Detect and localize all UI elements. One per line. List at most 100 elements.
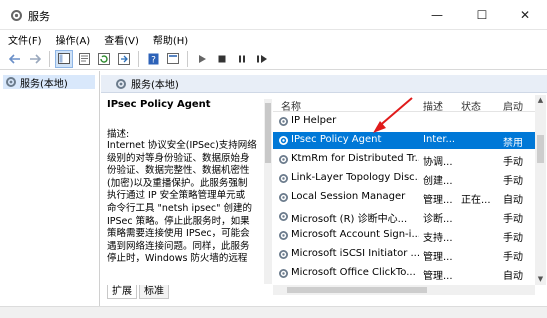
description-panel: IPsec Policy Agent 描述: Internet 协议安全(IPS… xyxy=(107,99,267,284)
scroll-down-icon[interactable]: ▼ xyxy=(535,274,546,285)
scrollbar-thumb[interactable] xyxy=(265,103,271,163)
service-name: Microsoft Office ClickTo... xyxy=(291,267,416,278)
menu-view[interactable]: 查看(V) xyxy=(104,32,139,47)
column-header-description[interactable]: 描述 xyxy=(423,98,443,113)
restart-icon[interactable] xyxy=(253,50,271,68)
toolbar-separator xyxy=(49,50,50,67)
column-header-startup[interactable]: 启动 xyxy=(503,98,523,113)
service-description: 诊断... xyxy=(423,214,453,225)
pause-icon[interactable] xyxy=(233,50,251,68)
toolbar-separator xyxy=(187,50,188,67)
refresh-icon[interactable] xyxy=(95,50,113,68)
gear-icon xyxy=(116,78,126,89)
service-description: 创建... xyxy=(423,176,453,187)
service-description: 管理... xyxy=(423,195,453,206)
close-button[interactable]: ✕ xyxy=(503,0,547,30)
stop-icon[interactable] xyxy=(213,50,231,68)
service-gear-icon xyxy=(279,212,288,221)
tree-item-services-local[interactable]: 服务(本地) xyxy=(3,75,95,90)
service-gear-icon xyxy=(279,231,288,240)
service-gear-icon xyxy=(279,174,288,183)
menu-bar: 文件(F) 操作(A) 查看(V) 帮助(H) xyxy=(0,30,547,48)
service-row[interactable]: KtmRm for Distributed Tr... 协调... 手动 xyxy=(273,151,535,168)
service-row[interactable]: IPsec Policy Agent Inter... 禁用 xyxy=(273,132,535,149)
service-row[interactable]: Microsoft Office ClickTo... 管理... 自动 xyxy=(273,265,535,282)
service-name: Microsoft Account Sign-i... xyxy=(291,229,419,240)
service-name: Microsoft (R) 诊断中心... xyxy=(291,214,408,225)
service-gear-icon xyxy=(279,250,288,259)
description-text: Internet 协议安全(IPSec)支持网络 级别的对等身份验证、数据原始身… xyxy=(107,140,257,265)
list-vertical-scrollbar[interactable]: ▲ ▼ xyxy=(535,95,546,285)
start-icon[interactable] xyxy=(193,50,211,68)
list-horizontal-scrollbar[interactable] xyxy=(273,285,535,295)
service-row[interactable]: IP Helper xyxy=(273,113,535,130)
tab-extended[interactable]: 扩展 xyxy=(107,285,137,299)
column-header-name[interactable]: 名称 xyxy=(281,98,301,113)
services-list: 名称 描述 状态 启动 IP Helper IPsec Policy Agent I… xyxy=(273,95,535,285)
scroll-up-icon[interactable]: ▲ xyxy=(535,95,546,106)
menu-file[interactable]: 文件(F) xyxy=(8,32,42,47)
service-row[interactable]: Microsoft Account Sign-i... 支持... 手动 xyxy=(273,227,535,244)
service-row[interactable]: Link-Layer Topology Disc... 创建... 手动 xyxy=(273,170,535,187)
service-startup-type: 手动 xyxy=(503,252,523,263)
service-startup-type: 手动 xyxy=(503,233,523,244)
service-startup-type: 自动 xyxy=(503,271,523,282)
minimize-button[interactable]: — xyxy=(415,0,459,30)
service-description: 管理... xyxy=(423,271,453,282)
properties-icon[interactable] xyxy=(75,50,93,68)
service-startup-type: 手动 xyxy=(503,214,523,225)
toolbar: ? xyxy=(0,48,547,70)
tree-item-label: 服务(本地) xyxy=(20,78,68,90)
service-description: 管理... xyxy=(423,252,453,263)
view-icon[interactable] xyxy=(164,50,182,68)
gear-icon xyxy=(6,77,16,87)
maximize-button[interactable]: ☐ xyxy=(460,0,504,30)
back-arrow-icon[interactable] xyxy=(6,50,24,68)
forward-arrow-icon[interactable] xyxy=(26,50,44,68)
tab-standard[interactable]: 标准 xyxy=(139,285,169,299)
show-hide-tree-icon[interactable] xyxy=(55,49,73,68)
console-tree: 服务(本地) xyxy=(0,71,100,306)
description-scrollbar[interactable] xyxy=(264,99,272,284)
list-header: 名称 描述 状态 启动 xyxy=(273,95,535,113)
toolbar-separator xyxy=(138,50,139,67)
service-startup-type: 手动 xyxy=(503,176,523,187)
service-name: Microsoft iSCSI Initiator ... xyxy=(291,248,419,259)
service-startup-type: 自动 xyxy=(503,195,523,206)
service-name: Local Session Manager xyxy=(291,191,406,202)
service-gear-icon xyxy=(279,269,288,278)
menu-action[interactable]: 操作(A) xyxy=(56,32,91,47)
service-description: 支持... xyxy=(423,233,453,244)
service-gear-icon xyxy=(279,193,288,202)
pane-header-title: 服务(本地) xyxy=(131,80,179,91)
service-name: KtmRm for Distributed Tr... xyxy=(291,153,419,164)
service-gear-icon xyxy=(279,155,288,164)
service-row[interactable]: Microsoft iSCSI Initiator ... 管理... 手动 xyxy=(273,246,535,263)
pane-header: 服务(本地) xyxy=(101,75,547,93)
details-pane: 服务(本地) IPsec Policy Agent 描述: Internet 协… xyxy=(101,71,547,306)
service-description: 协调... xyxy=(423,157,453,168)
service-row[interactable]: Microsoft (R) 诊断中心... 诊断... 手动 xyxy=(273,208,535,225)
menu-help[interactable]: 帮助(H) xyxy=(153,32,188,47)
title-bar: 服务 — ☐ ✕ xyxy=(0,0,547,30)
service-gear-icon xyxy=(279,117,288,126)
service-name: IP Helper xyxy=(291,115,337,126)
scrollbar-thumb[interactable] xyxy=(287,287,427,293)
service-startup-type: 手动 xyxy=(503,157,523,168)
service-status: 正在... xyxy=(461,195,491,206)
selected-service-name: IPsec Policy Agent xyxy=(107,99,211,110)
service-startup-type: 禁用 xyxy=(503,138,523,149)
view-tabs: 扩展 标准 xyxy=(107,285,169,299)
export-icon[interactable] xyxy=(115,50,133,68)
service-row[interactable]: Local Session Manager 管理... 正在... 自动 xyxy=(273,189,535,206)
services-app-icon xyxy=(11,10,22,21)
service-gear-icon xyxy=(279,136,288,145)
help-icon[interactable]: ? xyxy=(144,50,162,68)
scrollbar-thumb[interactable] xyxy=(537,135,544,163)
description-label: 描述: xyxy=(107,129,130,140)
service-name: Link-Layer Topology Disc... xyxy=(291,172,419,183)
service-name: IPsec Policy Agent xyxy=(291,134,382,145)
svg-text:?: ? xyxy=(151,55,156,65)
status-bar xyxy=(0,306,547,318)
column-header-status[interactable]: 状态 xyxy=(461,98,481,113)
